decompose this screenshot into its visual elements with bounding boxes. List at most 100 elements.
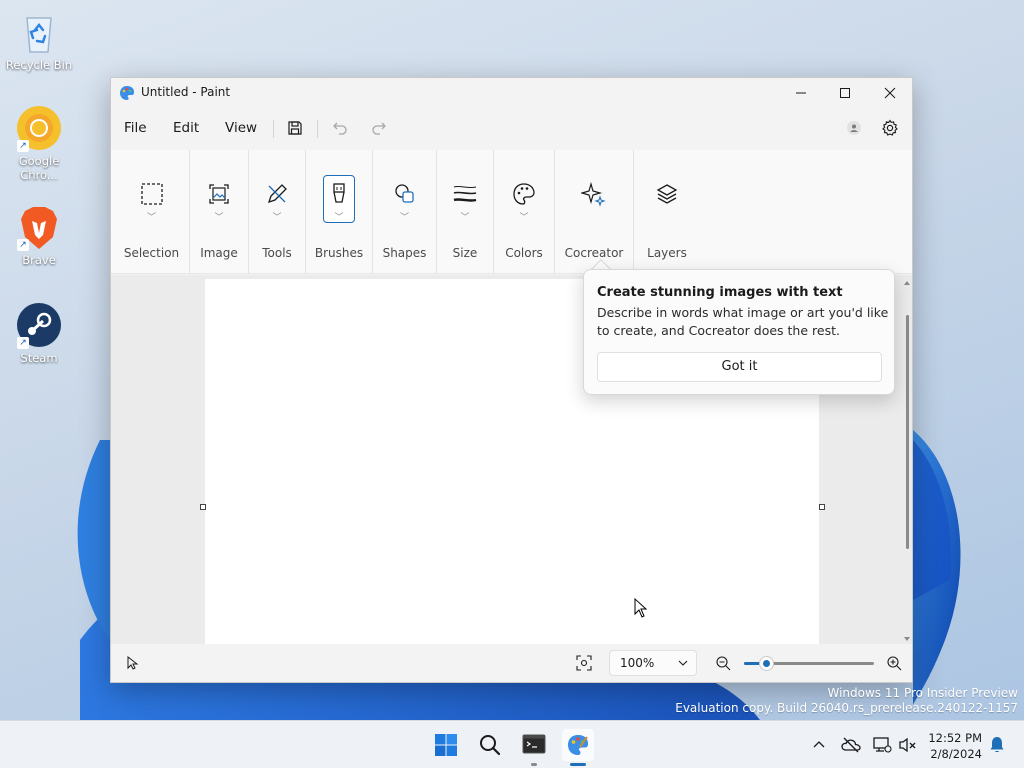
chevron-down-icon: ﹀: [519, 213, 529, 223]
menu-edit[interactable]: Edit: [173, 120, 199, 136]
start-button[interactable]: [430, 729, 462, 761]
show-hidden-icons-button[interactable]: [809, 735, 829, 755]
watermark-line-1: Windows 11 Pro Insider Preview: [827, 686, 1018, 700]
system-clock[interactable]: 12:52 PM 2/8/2024: [926, 730, 982, 762]
ribbon-group-label: Image: [200, 246, 238, 260]
ribbon-group-tools[interactable]: ﹀ Tools: [249, 150, 306, 274]
ribbon-group-label: Colors: [505, 246, 543, 260]
onedrive-offline-button[interactable]: [841, 735, 861, 755]
canvas-resize-handle-left[interactable]: [200, 504, 206, 510]
mouse-cursor-icon: [634, 598, 648, 618]
taskbar-app-terminal[interactable]: [518, 729, 550, 766]
redo-button[interactable]: [368, 117, 390, 139]
sparkle-icon: [578, 178, 610, 210]
paint-app-icon: [568, 735, 588, 755]
menu-file[interactable]: File: [124, 120, 147, 136]
save-button[interactable]: [284, 117, 306, 139]
zoom-in-button[interactable]: [883, 652, 905, 674]
ribbon-group-label: Size: [452, 246, 478, 260]
teaching-tip-title: Create stunning images with text: [597, 285, 843, 300]
fit-screen-icon: [576, 655, 592, 671]
layers-icon: [651, 178, 683, 210]
chevron-down-icon: ﹀: [272, 213, 282, 223]
status-bar: 100%: [111, 644, 912, 682]
got-it-button[interactable]: Got it: [597, 352, 882, 382]
chevron-down-icon: ﹀: [399, 213, 410, 223]
desktop-icon-steam[interactable]: ↗ Steam: [3, 301, 75, 365]
zoom-in-icon: [887, 656, 902, 671]
zoom-out-button[interactable]: [712, 652, 734, 674]
ribbon-group-label: Shapes: [382, 246, 427, 260]
maximize-button[interactable]: [822, 78, 868, 108]
close-button[interactable]: [867, 78, 912, 108]
taskbar: 12:52 PM 2/8/2024: [0, 720, 1024, 768]
close-icon: [884, 87, 896, 99]
stroke-size-icon: [449, 178, 481, 210]
minimize-button[interactable]: [778, 78, 824, 108]
volume-button[interactable]: [898, 735, 918, 755]
zoom-slider-knob[interactable]: [760, 657, 773, 670]
zoom-level-value: 100%: [620, 656, 655, 670]
minimize-icon: [796, 92, 806, 94]
menu-divider: [273, 120, 274, 138]
settings-button[interactable]: [879, 117, 901, 139]
ribbon-group-size[interactable]: ﹀ Size: [437, 150, 494, 274]
scrollbar-thumb[interactable]: [906, 315, 909, 549]
chrome-icon: ↗: [15, 104, 63, 152]
vertical-scrollbar[interactable]: [903, 279, 911, 643]
maximize-icon: [840, 88, 850, 98]
ribbon-group-cocreator[interactable]: Cocreator: [555, 150, 634, 274]
ribbon-group-label: Layers: [647, 246, 687, 260]
ribbon-group-layers[interactable]: Layers: [634, 150, 700, 274]
evaluation-watermark: Windows 11 Pro Insider Preview Evaluatio…: [675, 686, 1018, 716]
shapes-icon: [389, 178, 421, 210]
fit-to-window-button[interactable]: [573, 652, 595, 674]
gear-icon: [882, 119, 898, 136]
ribbon-group-colors[interactable]: ﹀ Colors: [494, 150, 555, 274]
desktop-icon-brave[interactable]: ↗ Brave: [3, 203, 75, 267]
chevron-down-icon: ﹀: [146, 213, 157, 223]
title-bar[interactable]: Untitled - Paint: [111, 78, 912, 108]
selection-rectangle-icon: [136, 178, 168, 210]
network-status-button[interactable]: [872, 735, 892, 755]
steam-icon: ↗: [15, 301, 63, 349]
menu-view[interactable]: View: [225, 120, 257, 136]
account-button[interactable]: [843, 117, 865, 139]
recycle-bin-icon: [15, 8, 63, 56]
chevron-up-icon: [813, 741, 825, 748]
menu-bar: File Edit View: [111, 108, 912, 146]
zoom-level-dropdown[interactable]: 100%: [609, 650, 697, 676]
app-active-indicator: [570, 763, 586, 766]
ribbon-group-label: Tools: [262, 246, 292, 260]
watermark-line-2: Evaluation copy. Build 26040.rs_prerelea…: [675, 701, 1018, 715]
desktop-icon-label: Brave: [22, 253, 56, 267]
network-icon: [873, 737, 892, 753]
scroll-down-icon[interactable]: [903, 635, 911, 643]
undo-icon: [333, 122, 347, 135]
ribbon-group-brushes[interactable]: ﹀ Brushes: [306, 150, 373, 274]
search-button[interactable]: [474, 729, 506, 761]
desktop-icon-google-chrome[interactable]: ↗ Google Chro...: [3, 104, 75, 182]
scroll-up-icon[interactable]: [903, 279, 911, 287]
canvas-resize-handle-right[interactable]: [819, 504, 825, 510]
zoom-slider[interactable]: [744, 657, 874, 670]
undo-button[interactable]: [329, 117, 351, 139]
chevron-down-icon: ﹀: [460, 213, 470, 223]
brave-icon: ↗: [15, 203, 63, 251]
pointer-position-icon: [127, 656, 139, 670]
desktop-icon-recycle-bin[interactable]: Recycle Bin: [3, 8, 75, 72]
ribbon-group-label: Cocreator: [564, 246, 624, 260]
notifications-button[interactable]: [987, 735, 1007, 755]
window-title: Untitled - Paint: [141, 85, 231, 99]
ribbon-group-selection[interactable]: ﹀ Selection: [114, 150, 190, 274]
shortcut-arrow-icon: ↗: [17, 239, 29, 251]
shortcut-arrow-icon: ↗: [17, 140, 29, 152]
chevron-down-icon: ﹀: [334, 213, 344, 223]
bell-icon: [990, 737, 1004, 753]
volume-muted-icon: [899, 737, 916, 753]
paint-app-icon: [119, 85, 135, 101]
taskbar-app-paint[interactable]: [562, 729, 594, 766]
image-icon: [203, 178, 235, 210]
ribbon-group-image[interactable]: ﹀ Image: [190, 150, 249, 274]
ribbon-group-shapes[interactable]: ﹀ Shapes: [373, 150, 437, 274]
